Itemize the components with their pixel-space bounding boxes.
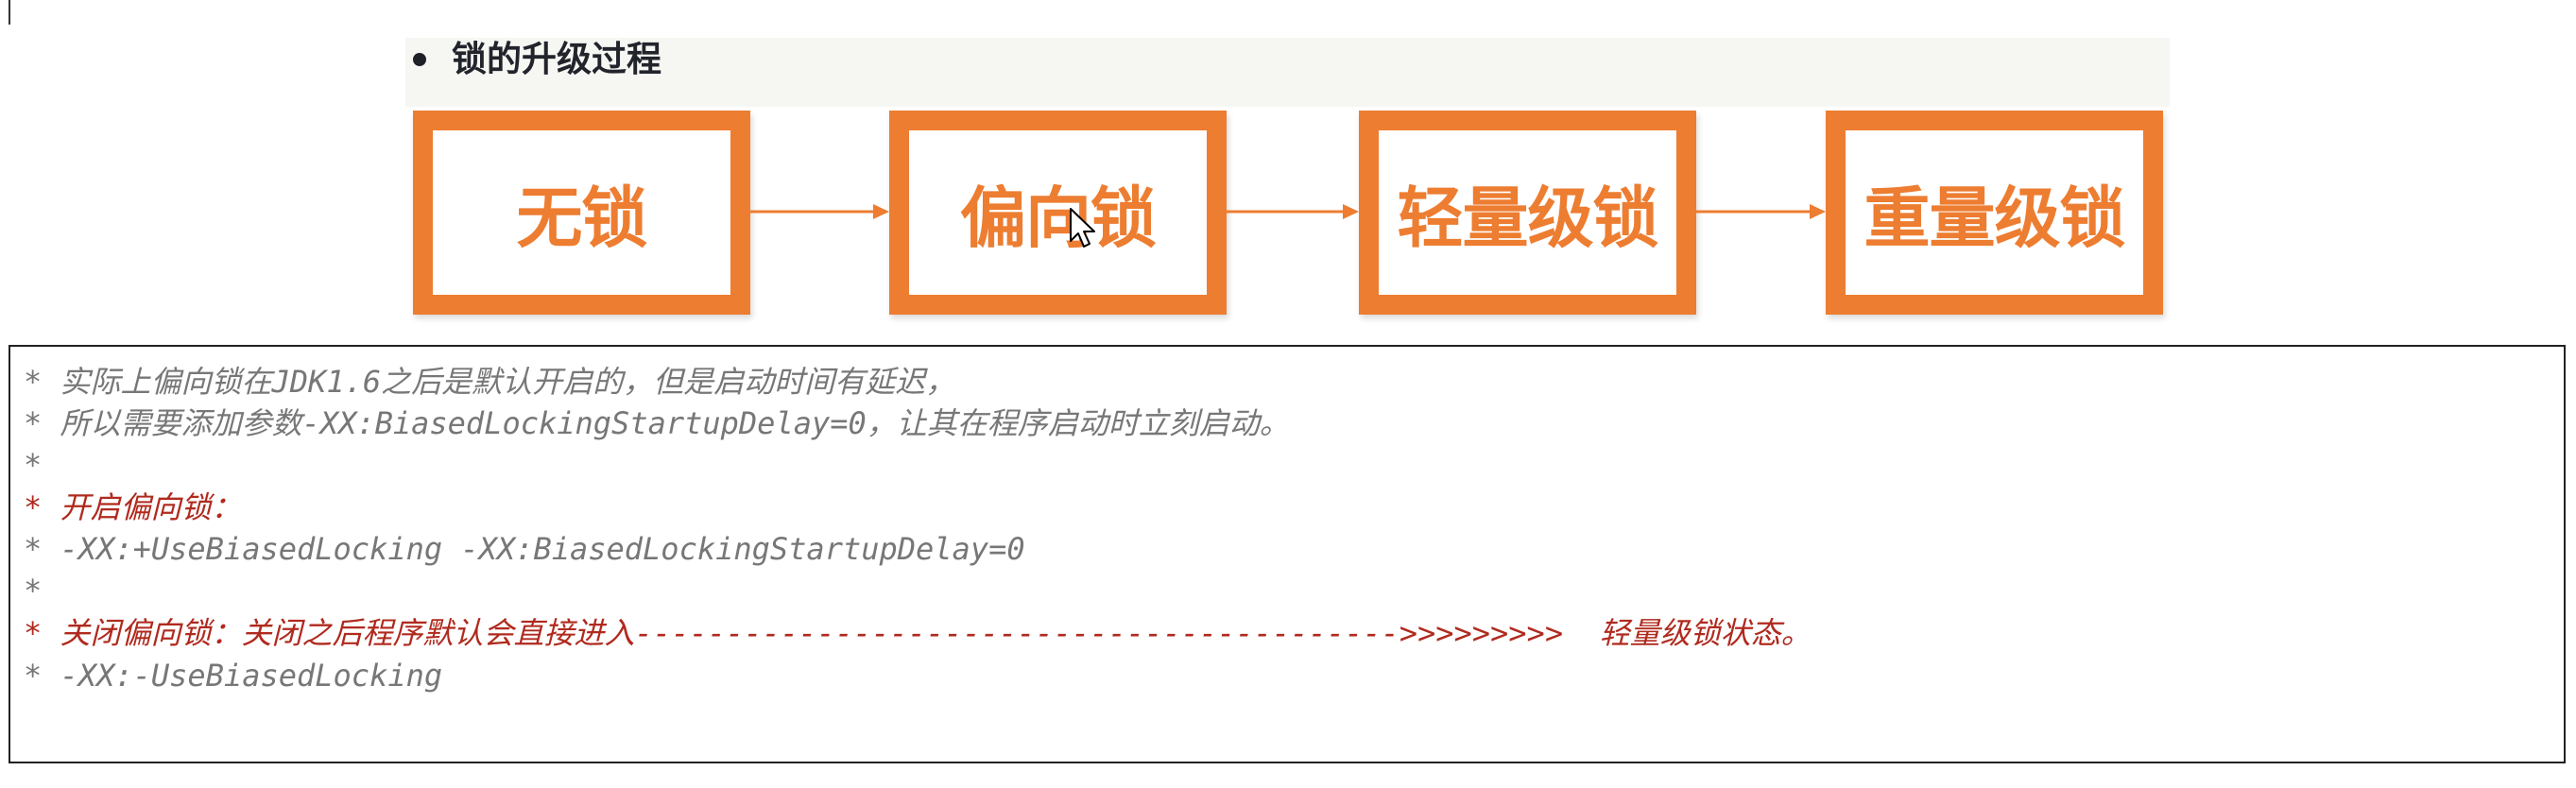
stage-box-no-lock: 无锁	[413, 111, 750, 315]
code-comment-block: * 实际上偏向锁在JDK1.6之后是默认开启的，但是启动时间有延迟， * 所以需…	[9, 345, 2566, 763]
stage-label: 偏向锁	[960, 179, 1157, 257]
bullet-dot-icon	[413, 53, 426, 66]
stage-label: 无锁	[516, 179, 648, 257]
heading-bar	[405, 38, 2170, 107]
code-line: *	[24, 447, 43, 483]
stage-label: 重量级锁	[1863, 179, 2126, 257]
stage-box-lightweight-lock: 轻量级锁	[1359, 111, 1696, 315]
code-line: * -XX:-UseBiasedLocking	[24, 658, 443, 694]
code-line: * 实际上偏向锁在JDK1.6之后是默认开启的，但是启动时间有延迟，	[24, 364, 956, 400]
code-line: * 开启偏向锁：	[24, 489, 242, 525]
stage-box-heavyweight-lock: 重量级锁	[1826, 111, 2163, 315]
code-line: * 关闭偏向锁：关闭之后程序默认会直接进入-------------------…	[24, 615, 1812, 651]
right-arrow-icon	[750, 204, 889, 219]
right-arrow-icon	[1696, 204, 1826, 219]
code-line: *	[24, 573, 43, 608]
stage-label: 轻量级锁	[1397, 179, 1659, 257]
window-edge-mark	[9, 0, 10, 25]
stage-box-biased-lock: 偏向锁	[889, 111, 1227, 315]
section-heading: 锁的升级过程	[452, 39, 661, 79]
mouse-pointer-icon	[1070, 208, 1095, 248]
code-line: * -XX:+UseBiasedLocking -XX:BiasedLockin…	[24, 531, 1025, 567]
code-line: * 所以需要添加参数-XX:BiasedLockingStartupDelay=…	[24, 405, 1290, 441]
right-arrow-icon	[1227, 204, 1359, 219]
